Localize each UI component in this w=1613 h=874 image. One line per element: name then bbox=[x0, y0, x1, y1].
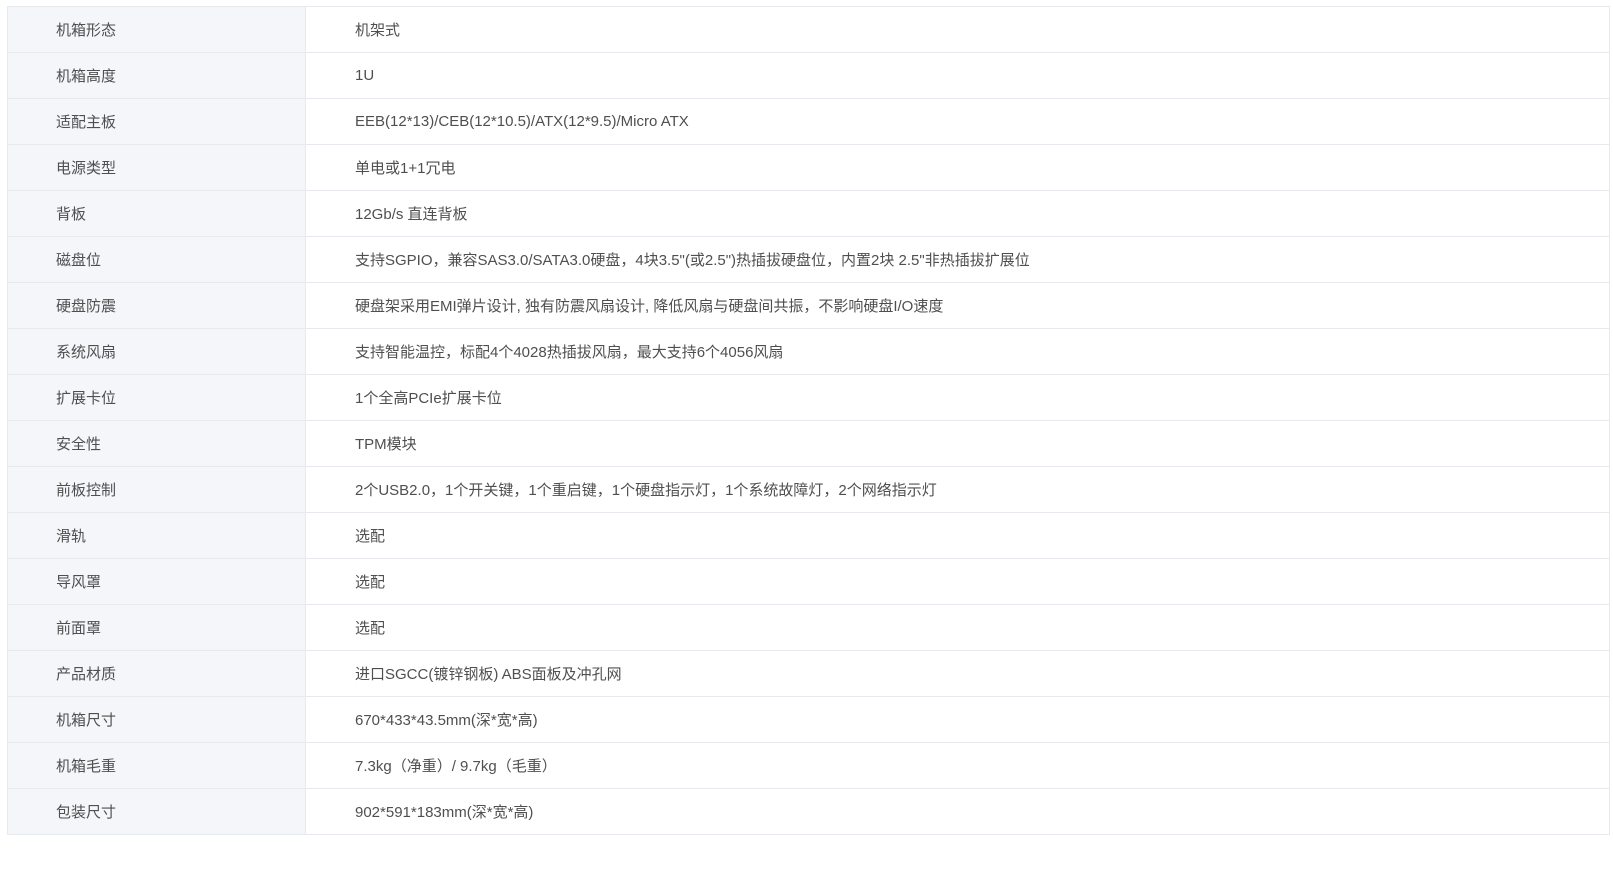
spec-value-form-factor: 机架式 bbox=[306, 7, 1609, 52]
spec-label-drive-bays: 磁盘位 bbox=[8, 237, 306, 282]
spec-label-expansion-slots: 扩展卡位 bbox=[8, 375, 306, 420]
spec-label-motherboard: 适配主板 bbox=[8, 99, 306, 144]
spec-label-package-dimensions: 包装尺寸 bbox=[8, 789, 306, 834]
spec-label-air-shroud: 导风罩 bbox=[8, 559, 306, 604]
table-row: 背板 12Gb/s 直连背板 bbox=[8, 191, 1609, 237]
spec-value-system-fans: 支持智能温控，标配4个4028热插拔风扇，最大支持6个4056风扇 bbox=[306, 329, 1609, 374]
spec-label-front-bezel: 前面罩 bbox=[8, 605, 306, 650]
table-row: 机箱高度 1U bbox=[8, 53, 1609, 99]
table-row: 扩展卡位 1个全高PCIe扩展卡位 bbox=[8, 375, 1609, 421]
table-row: 机箱尺寸 670*433*43.5mm(深*宽*高) bbox=[8, 697, 1609, 743]
spec-value-motherboard: EEB(12*13)/CEB(12*10.5)/ATX(12*9.5)/Micr… bbox=[306, 99, 1609, 144]
table-row: 导风罩 选配 bbox=[8, 559, 1609, 605]
table-row: 硬盘防震 硬盘架采用EMI弹片设计, 独有防震风扇设计, 降低风扇与硬盘间共振，… bbox=[8, 283, 1609, 329]
spec-label-rails: 滑轨 bbox=[8, 513, 306, 558]
table-row: 产品材质 进口SGCC(镀锌钢板) ABS面板及冲孔网 bbox=[8, 651, 1609, 697]
spec-label-backplane: 背板 bbox=[8, 191, 306, 236]
spec-label-front-panel: 前板控制 bbox=[8, 467, 306, 512]
spec-value-drive-bays: 支持SGPIO，兼容SAS3.0/SATA3.0硬盘，4块3.5"(或2.5")… bbox=[306, 237, 1609, 282]
spec-value-front-panel: 2个USB2.0，1个开关键，1个重启键，1个硬盘指示灯，1个系统故障灯，2个网… bbox=[306, 467, 1609, 512]
table-row: 系统风扇 支持智能温控，标配4个4028热插拔风扇，最大支持6个4056风扇 bbox=[8, 329, 1609, 375]
table-row: 前板控制 2个USB2.0，1个开关键，1个重启键，1个硬盘指示灯，1个系统故障… bbox=[8, 467, 1609, 513]
spec-value-shock-absorption: 硬盘架采用EMI弹片设计, 独有防震风扇设计, 降低风扇与硬盘间共振，不影响硬盘… bbox=[306, 283, 1609, 328]
spec-label-form-factor: 机箱形态 bbox=[8, 7, 306, 52]
spec-value-expansion-slots: 1个全高PCIe扩展卡位 bbox=[306, 375, 1609, 420]
spec-value-material: 进口SGCC(镀锌钢板) ABS面板及冲孔网 bbox=[306, 651, 1609, 696]
spec-value-package-dimensions: 902*591*183mm(深*宽*高) bbox=[306, 789, 1609, 834]
spec-value-chassis-dimensions: 670*433*43.5mm(深*宽*高) bbox=[306, 697, 1609, 742]
table-row: 包装尺寸 902*591*183mm(深*宽*高) bbox=[8, 789, 1609, 835]
table-row: 机箱形态 机架式 bbox=[8, 7, 1609, 53]
spec-label-shock-absorption: 硬盘防震 bbox=[8, 283, 306, 328]
spec-value-height: 1U bbox=[306, 53, 1609, 98]
spec-value-rails: 选配 bbox=[306, 513, 1609, 558]
table-row: 电源类型 单电或1+1冗电 bbox=[8, 145, 1609, 191]
spec-label-security: 安全性 bbox=[8, 421, 306, 466]
table-row: 安全性 TPM模块 bbox=[8, 421, 1609, 467]
spec-value-power-supply: 单电或1+1冗电 bbox=[306, 145, 1609, 190]
spec-label-height: 机箱高度 bbox=[8, 53, 306, 98]
spec-value-air-shroud: 选配 bbox=[306, 559, 1609, 604]
spec-label-power-supply: 电源类型 bbox=[8, 145, 306, 190]
spec-label-chassis-dimensions: 机箱尺寸 bbox=[8, 697, 306, 742]
spec-label-material: 产品材质 bbox=[8, 651, 306, 696]
table-row: 适配主板 EEB(12*13)/CEB(12*10.5)/ATX(12*9.5)… bbox=[8, 99, 1609, 145]
table-row: 前面罩 选配 bbox=[8, 605, 1609, 651]
spec-value-backplane: 12Gb/s 直连背板 bbox=[306, 191, 1609, 236]
spec-value-security: TPM模块 bbox=[306, 421, 1609, 466]
spec-label-weight: 机箱毛重 bbox=[8, 743, 306, 788]
table-row: 滑轨 选配 bbox=[8, 513, 1609, 559]
spec-table: 机箱形态 机架式 机箱高度 1U 适配主板 EEB(12*13)/CEB(12*… bbox=[7, 6, 1610, 835]
spec-value-front-bezel: 选配 bbox=[306, 605, 1609, 650]
spec-label-system-fans: 系统风扇 bbox=[8, 329, 306, 374]
table-row: 机箱毛重 7.3kg（净重）/ 9.7kg（毛重） bbox=[8, 743, 1609, 789]
spec-value-weight: 7.3kg（净重）/ 9.7kg（毛重） bbox=[306, 743, 1609, 788]
table-row: 磁盘位 支持SGPIO，兼容SAS3.0/SATA3.0硬盘，4块3.5"(或2… bbox=[8, 237, 1609, 283]
